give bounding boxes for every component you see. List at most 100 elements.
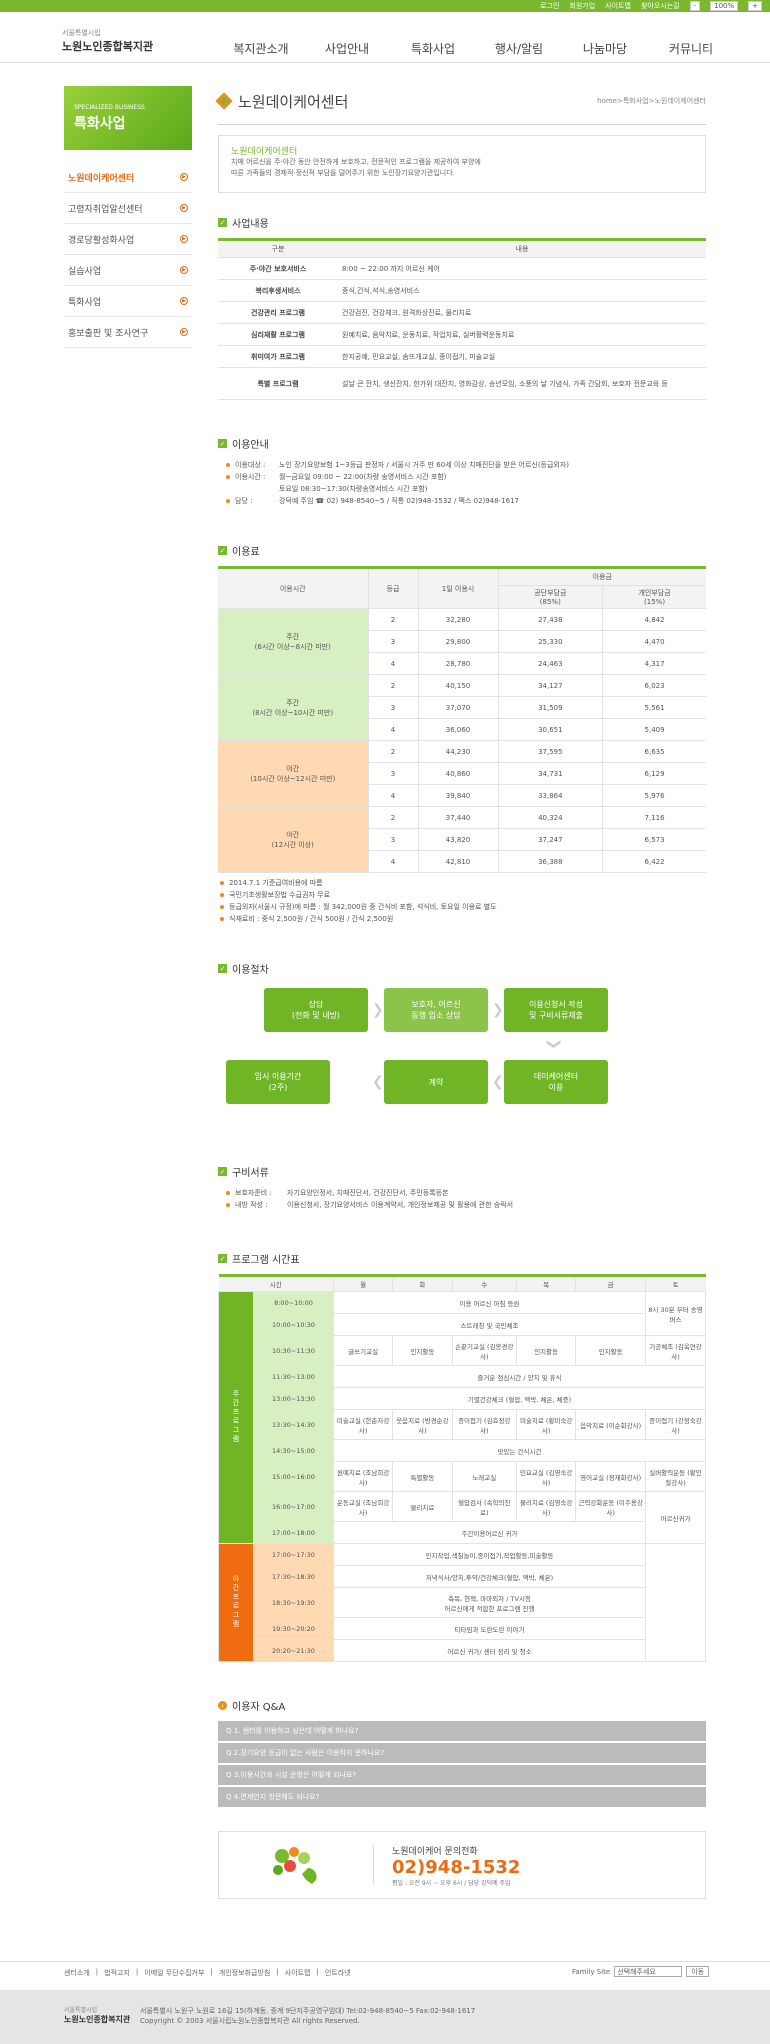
note: 식재료비 : 중식 2,500원 / 간식 500원 / 간식 2,500원 (220, 913, 706, 925)
fee-group-line: (8시간 이상~10시간 미만) (252, 708, 334, 717)
row-label: 취미여가 프로그램 (218, 345, 338, 368)
bullet-icon (220, 881, 224, 885)
family-site-select[interactable]: 선택해주세요 (614, 1966, 683, 1977)
side-menu-item[interactable]: 실습사업 ▶ (64, 255, 192, 286)
qa-item[interactable]: Q 1. 센터를 이용하고 싶은데 어떻게 하나요? (218, 1721, 706, 1741)
footer-link[interactable]: 센터소개 (64, 1968, 90, 1978)
schedule-cell: 영어교실 (정재화강사) (575, 1461, 646, 1492)
chevron-right-icon: ▶ (180, 266, 188, 274)
fee-cell: 44,230 (417, 740, 498, 763)
footer-link[interactable]: 인트라넷 (325, 1968, 351, 1978)
side-menu-item[interactable]: 특화사업 ▶ (64, 286, 192, 317)
service-table: 구분 내용 주·야간 보호서비스 8:00 ~ 22:00 까지 어르신 케어 복리… (218, 238, 706, 400)
breadcrumb: home>특화사업>노원데이케어센터 (597, 97, 706, 105)
fee-cell: 3 (367, 630, 418, 653)
info-row: 내방 작성 : 이용신청서, 장기요양서비스 이용계약서, 개인정보제공 및 활용… (226, 1199, 706, 1211)
time-cell: 19:30~20:20 (253, 1617, 334, 1640)
zoom-level: 100% (710, 1, 739, 11)
footer-link[interactable]: 법적고지 (104, 1968, 130, 1978)
footer-link[interactable]: 사이트맵 (285, 1968, 311, 1978)
row-value: 설날 큰 잔치, 생신잔치, 한가위 대잔치, 영화감상, 송년모임, 소풍의 … (338, 367, 706, 400)
note: 2014.7.1 기준급여비용에 따름 (220, 877, 706, 889)
footer-logo-name: 노원노인종합복지관 (64, 2015, 131, 2024)
step-contract: 계약 (384, 1060, 488, 1104)
footer-link[interactable]: 이메일 무단수집거부 (144, 1968, 204, 1978)
side-menu-item[interactable]: 고령자취업알선센터 ▶ (64, 193, 192, 224)
time-cell: 10:30~11:30 (253, 1335, 334, 1366)
fee-cell: 33,864 (497, 784, 603, 807)
fee-cell: 24,463 (497, 652, 603, 675)
qa-item[interactable]: Q 3.이용시간과 시설 운영은 어떻게 되나요? (218, 1765, 706, 1785)
side-menu-item[interactable]: 노원데이케어센터 ▶ (64, 162, 192, 193)
info-key: 보호자준비 : (235, 1189, 272, 1197)
info-value: 월~금요일 09:00 ~ 22:00(차량 송영서비스 시간 포함) (279, 473, 447, 481)
site-logo[interactable]: 서울특별시립 노원노인종합복지관 (62, 28, 153, 54)
nav-item[interactable]: 복지관소개 (218, 40, 304, 57)
schedule-cell-empty (645, 1543, 706, 1662)
zoom-out-button[interactable]: - (689, 1, 701, 11)
process-steps: 상담 (전화 및 내방) ❯ 보호자, 어르신 동행 입소 상담 ❯ 이용신청서 작… (218, 984, 706, 1164)
fee-group-line: 야간 (286, 830, 300, 839)
col-header: 금 (575, 1275, 646, 1292)
directions-link[interactable]: 찾아오시는길 (641, 1, 680, 11)
page-title: 노원데이케어센터 (238, 92, 349, 111)
fee-cell: 4,317 (602, 652, 706, 675)
side-menu-item[interactable]: 홍보출판 및 조사연구 ▶ (64, 317, 192, 348)
fee-cell: 34,127 (497, 674, 603, 697)
info-row: 이용시간 : 월~금요일 09:00 ~ 22:00(차량 송영서비스 시간 포함… (226, 471, 706, 483)
section-title: 구비서류 (232, 1168, 269, 1179)
col-header-line: 개인부담금 (638, 589, 671, 597)
schedule-cell: 물리치료 (김영숙강사) (516, 1491, 577, 1522)
nav-item[interactable]: 커뮤니티 (648, 40, 734, 57)
side-menu-item[interactable]: 경로당활성화사업 ▶ (64, 224, 192, 255)
nav-item[interactable]: 나눔마당 (562, 40, 648, 57)
row-label: 심리재활 프로그램 (218, 323, 338, 346)
zoom-in-button[interactable]: + (748, 1, 762, 11)
fee-cell: 2 (367, 608, 418, 631)
schedule-cell: 음악치료 (이순화강사) (575, 1409, 646, 1440)
schedule-cell: 운동교실 (조남희강사) (332, 1491, 394, 1522)
footer-link[interactable]: 개인정보취급방침 (219, 1968, 271, 1978)
qa-item[interactable]: Q 2.장기요양 등급이 없는 사람은 이용하지 못하나요? (218, 1743, 706, 1763)
nav-item[interactable]: 행사/알림 (476, 40, 562, 57)
join-link[interactable]: 회원가입 (569, 1, 595, 11)
schedule-cell: 맛있는 간식시간 (333, 1439, 706, 1462)
fee-group-line: 야간 (286, 764, 300, 773)
chevron-right-icon: ▶ (180, 235, 188, 243)
time-cell: 13:30~14:30 (253, 1409, 334, 1440)
step-line: 보호자, 어르신 (411, 1000, 461, 1009)
fee-group-line: (6시간 이상~8시간 미만) (254, 642, 331, 651)
info-key: 이용시간 : (235, 473, 266, 481)
family-go-button[interactable]: 이동 (686, 1966, 710, 1977)
nav-item[interactable]: 사업안내 (304, 40, 390, 57)
info-row: 담당 : 강덕예 주임 ☎ 02) 948-8540~5 / 직통 02)948-… (226, 495, 706, 507)
sitemap-link[interactable]: 사이트맵 (605, 1, 631, 11)
title-divider (218, 124, 706, 125)
night-program-text: 야간프로그램 (232, 1574, 240, 1629)
info-key (235, 483, 279, 495)
side-menu-label: 실습사업 (68, 266, 102, 277)
time-cell: 11:30~13:00 (253, 1365, 334, 1388)
family-label: Family Site (572, 1967, 611, 1976)
fee-cell: 30,651 (497, 718, 603, 741)
qa-item[interactable]: Q 4.면제인지 방문해도 되나요? (218, 1787, 706, 1807)
fee-cell: 43,820 (417, 828, 498, 851)
note: 등급외자(서울시 규정)에 따름 : 월 342,000원 중 간식비 포함, … (220, 901, 706, 913)
section-title: 사업내용 (232, 219, 269, 230)
nav-item[interactable]: 특화사업 (390, 40, 476, 57)
schedule-cell: 물리치료 (392, 1491, 453, 1522)
info-value: 노인 장기요양보험 1~3등급 판정자 / 서울시 거주 만 60세 이상 치매… (279, 461, 570, 469)
fee-table: 이용시간 등급 1일 이용시 이용금 공단부담금 (85%) 개인부담금 (15%) 주간(… (218, 566, 706, 873)
time-cell: 13:00~13:30 (253, 1387, 334, 1410)
schedule-cell: 종이접기 (강정숙강사) (645, 1409, 706, 1440)
usage-info: 이용대상 : 노인 장기요양보험 1~3등급 판정자 / 서울시 거주 만 60세… (218, 459, 706, 507)
login-link[interactable]: 로그인 (540, 1, 559, 11)
col-header: 이용금 (497, 567, 706, 586)
row-label: 주·야간 보호서비스 (218, 257, 338, 280)
fee-cell: 37,440 (417, 806, 498, 829)
bullet-icon (220, 905, 224, 909)
fee-cell: 39,840 (417, 784, 498, 807)
schedule-cell: 특별활동 (392, 1461, 453, 1492)
fee-cell: 2 (367, 674, 418, 697)
step-line: 동행 입소 상담 (411, 1011, 461, 1020)
